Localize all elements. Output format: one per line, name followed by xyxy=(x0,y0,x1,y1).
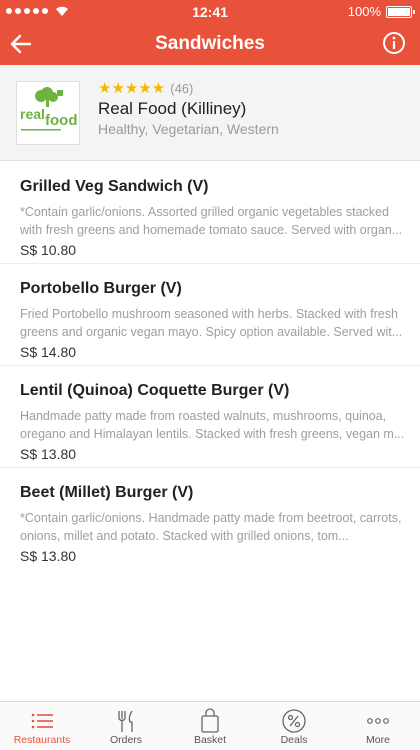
percent-icon xyxy=(282,709,306,733)
rating-stars: ★★★★★ xyxy=(98,80,166,97)
menu-item-price: S$ 13.80 xyxy=(20,548,77,564)
restaurant-tags: Healthy, Vegetarian, Western xyxy=(98,121,279,137)
menu-item-description: Handmade patty made from roasted walnuts… xyxy=(20,409,405,441)
tab-deals[interactable]: Deals xyxy=(252,702,336,750)
page-title: Sandwiches xyxy=(155,33,265,54)
tab-bar: Restaurants Orders Basket Deals More xyxy=(0,701,420,750)
basket-icon xyxy=(201,708,219,733)
status-bar: 12:41 100% xyxy=(0,0,420,24)
menu-item-name: Portobello Burger (V) xyxy=(20,280,182,297)
menu-list: Grilled Veg Sandwich (V) *Contain garlic… xyxy=(0,162,420,570)
menu-item-price: S$ 13.80 xyxy=(20,446,77,462)
tab-basket[interactable]: Basket xyxy=(168,702,252,750)
nav-bar: Sandwiches xyxy=(0,24,420,65)
menu-item[interactable]: Lentil (Quinoa) Coquette Burger (V) Hand… xyxy=(0,366,420,468)
menu-item-name: Lentil (Quinoa) Coquette Burger (V) xyxy=(20,382,290,399)
list-icon xyxy=(31,713,53,729)
tab-label: Basket xyxy=(193,734,227,746)
fork-knife-icon xyxy=(118,710,133,732)
info-icon[interactable] xyxy=(382,31,406,55)
menu-item[interactable]: Portobello Burger (V) Fried Portobello m… xyxy=(0,264,420,366)
menu-item-name: Beet (Millet) Burger (V) xyxy=(20,484,194,501)
real-food-logo: real food xyxy=(20,87,77,131)
menu-item-price: S$ 10.80 xyxy=(20,242,77,258)
rating: ★★★★★ (46) xyxy=(98,79,193,97)
menu-item[interactable]: Grilled Veg Sandwich (V) *Contain garlic… xyxy=(0,162,420,264)
svg-text:food: food xyxy=(45,112,77,129)
tab-more[interactable]: More xyxy=(336,702,420,750)
tab-label: Deals xyxy=(280,734,308,746)
tab-restaurants[interactable]: Restaurants xyxy=(0,702,84,750)
menu-item-description: Fried Portobello mushroom seasoned with … xyxy=(20,307,403,339)
restaurant-logo: real food xyxy=(16,81,80,145)
menu-item-name: Grilled Veg Sandwich (V) xyxy=(20,178,209,195)
restaurant-header[interactable]: real food ★★★★★ (46) Real Food (Killiney… xyxy=(0,65,420,161)
tab-label: Orders xyxy=(109,734,143,746)
svg-text:real: real xyxy=(20,106,45,122)
battery-percent: 100% xyxy=(347,4,381,19)
more-dots-icon xyxy=(367,718,389,724)
tab-orders[interactable]: Orders xyxy=(84,702,168,750)
menu-item-price: S$ 14.80 xyxy=(20,344,77,360)
menu-item-description: *Contain garlic/onions. Assorted grilled… xyxy=(20,205,403,237)
menu-item-description: *Contain garlic/onions. Handmade patty m… xyxy=(20,511,402,543)
tab-label: Restaurants xyxy=(13,734,71,746)
menu-item[interactable]: Beet (Millet) Burger (V) *Contain garlic… xyxy=(0,468,420,570)
battery-status: 100% xyxy=(347,4,415,19)
rating-count: (46) xyxy=(170,80,194,96)
battery-icon xyxy=(386,5,415,18)
tab-label: More xyxy=(366,734,390,746)
restaurant-name: Real Food (Killiney) xyxy=(98,99,247,118)
